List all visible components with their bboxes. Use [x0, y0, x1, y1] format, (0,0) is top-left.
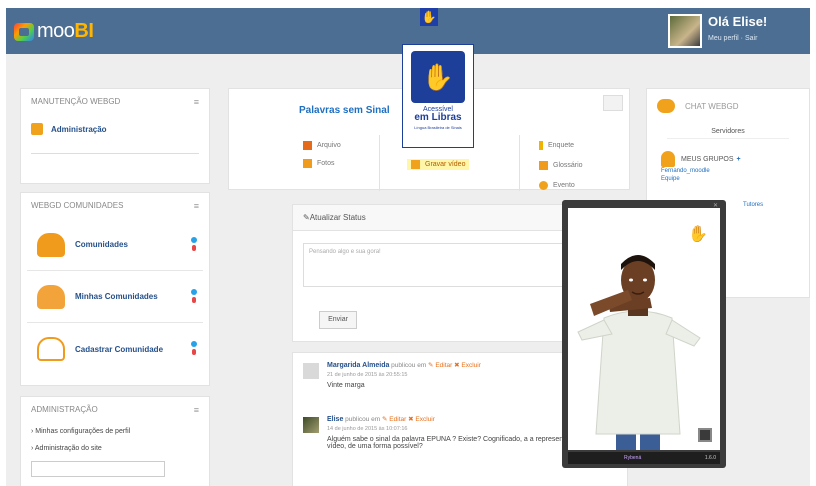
edit-post-link[interactable]: ✎ Editar [428, 362, 452, 369]
profile-settings-link[interactable]: › Minhas configurações de perfil [21, 423, 209, 440]
poll-icon [539, 141, 543, 150]
sign-language-player[interactable]: ✕ ✋ Rybená 1.6.0 [562, 200, 726, 468]
logo-text: mooBI [37, 20, 94, 42]
delete-post-link[interactable]: ✖ Excluir [408, 416, 435, 423]
sidebar-item-label: Minhas Comunidades [75, 292, 158, 301]
interpreter-avatar [577, 255, 701, 450]
admin-icon [31, 123, 43, 135]
user-greeting: Olá Elise! [708, 14, 768, 29]
community-icon [37, 232, 65, 257]
divider [519, 135, 520, 191]
group-link[interactable]: Equipe [647, 175, 809, 183]
user-links[interactable]: Meu perfil · Sair [708, 35, 767, 42]
badge-text: em Libras [414, 112, 462, 123]
sidebar-item-label: Comunidades [75, 240, 128, 249]
chat-search[interactable]: Servidores [667, 125, 789, 139]
page-title: Palavras sem Sinal [299, 105, 390, 116]
badge-text: Língua Brasileira de Sinais [414, 125, 462, 130]
my-groups: MEUS GRUPOS + [647, 145, 809, 167]
panel-option-button[interactable] [603, 95, 623, 111]
notification-icon [191, 289, 197, 303]
panel-title: MANUTENÇÃO WEBGD ≡ [31, 97, 199, 107]
chat-icon [657, 99, 675, 113]
post-author[interactable]: Elise [327, 416, 343, 423]
menu-icon[interactable]: ≡ [194, 97, 199, 107]
panel-title: ADMINISTRAÇÃO ≡ [31, 405, 199, 415]
player-status-bar: Rybená 1.6.0 [568, 452, 720, 464]
moobi-logo[interactable]: mooBI [14, 20, 94, 43]
administracao-panel: ADMINISTRAÇÃO ≡ › Minhas configurações de… [20, 396, 210, 486]
libras-accessibility-badge[interactable]: ✋ Acessível em Libras Língua Brasileira … [402, 44, 474, 148]
browser-viewport: mooBI ✋ Olá Elise! Meu perfil · Sair MAN… [6, 8, 810, 486]
manutencao-panel: MANUTENÇÃO WEBGD ≡ Administração [20, 88, 210, 184]
sign-language-icon: ✋ [411, 51, 465, 103]
notification-icon [191, 237, 197, 251]
file-icon [303, 141, 312, 150]
expand-icon[interactable] [698, 428, 712, 442]
hand-icon[interactable]: ✋ [688, 224, 708, 244]
sign-language-icon[interactable]: ✋ [420, 8, 438, 26]
player-version: 1.6.0 [704, 455, 716, 461]
avatar[interactable] [668, 14, 702, 48]
sidebar-item-label: Administração [51, 124, 107, 134]
comunidades-panel: WEBGD COMUNIDADES ≡ Comunidades Minhas Co… [20, 192, 210, 386]
add-community-icon [37, 337, 65, 361]
logo-icon [14, 22, 34, 41]
video-icon [411, 160, 420, 169]
sidebar-item-cadastrar-comunidade[interactable]: Cadastrar Comunidade [27, 323, 203, 375]
divider [31, 153, 199, 154]
player-brand: Rybená [624, 455, 642, 461]
sidebar-item-label: Cadastrar Comunidade [75, 344, 164, 354]
poll-button[interactable]: Enquete [539, 141, 574, 150]
divider [379, 135, 380, 191]
interpreter-stage: ✋ [568, 208, 720, 450]
record-video-button[interactable]: Gravar vídeo [407, 159, 470, 170]
notification-icon [191, 341, 197, 355]
menu-icon[interactable]: ≡ [194, 405, 199, 415]
chat-header: CHAT WEBGD [647, 89, 809, 123]
sidebar-item-minhas-comunidades[interactable]: Minhas Comunidades [27, 271, 203, 323]
event-button[interactable]: Evento [539, 181, 575, 190]
site-admin-link[interactable]: › Administração do site [21, 440, 209, 457]
photo-icon [303, 159, 312, 168]
avatar[interactable] [303, 417, 319, 433]
menu-icon[interactable]: ≡ [194, 201, 199, 211]
my-communities-icon [37, 284, 65, 309]
admin-search-input[interactable] [31, 461, 165, 477]
user-info: Olá Elise! Meu perfil · Sair [708, 14, 767, 48]
glossary-icon [539, 161, 548, 170]
sidebar-item-comunidades[interactable]: Comunidades [27, 219, 203, 271]
attach-file-button[interactable]: Arquivo [303, 141, 341, 150]
photos-button[interactable]: Fotos [303, 159, 335, 168]
post-author[interactable]: Margarida Almeida [327, 362, 389, 369]
edit-post-link[interactable]: ✎ Editar [382, 416, 406, 423]
event-icon [539, 181, 548, 190]
add-group-button[interactable]: + [737, 156, 741, 163]
panel-title: WEBGD COMUNIDADES ≡ [31, 201, 199, 211]
send-status-button[interactable]: Enviar [319, 311, 357, 329]
delete-post-link[interactable]: ✖ Excluir [454, 362, 481, 369]
user-menu[interactable]: Olá Elise! Meu perfil · Sair [668, 14, 767, 48]
groups-icon [661, 151, 675, 167]
avatar[interactable] [303, 363, 319, 379]
glossary-button[interactable]: Glossário [539, 161, 583, 170]
sidebar-item-administracao[interactable]: Administração [21, 115, 209, 143]
group-link[interactable]: Fernando_moodle [647, 167, 809, 175]
